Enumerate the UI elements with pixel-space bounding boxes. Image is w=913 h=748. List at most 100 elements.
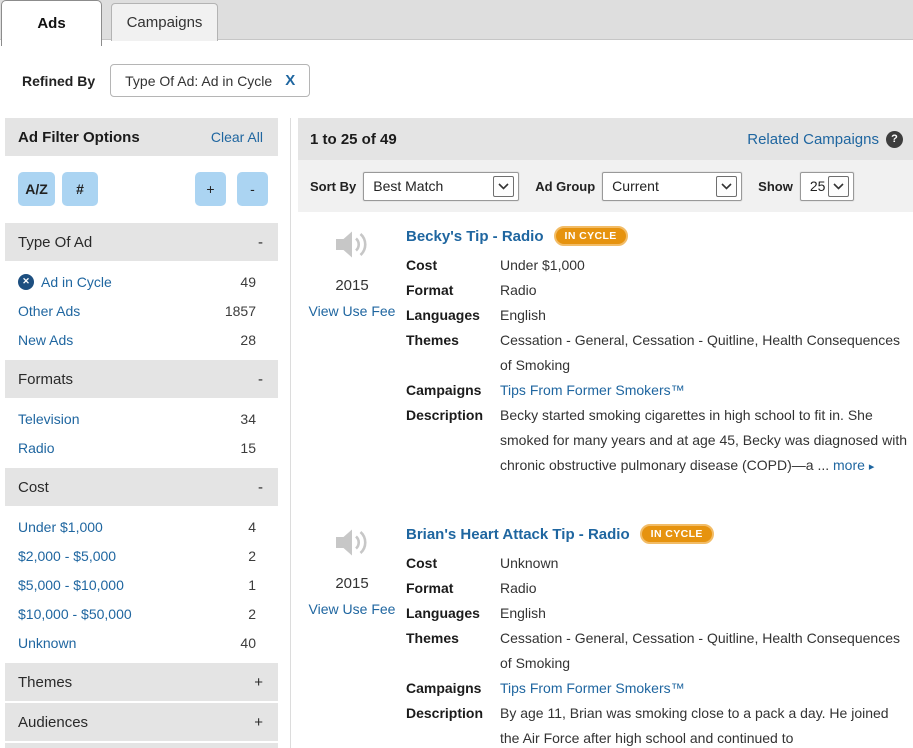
field-row-format: Format Radio [406, 278, 907, 303]
tab-ads-label: Ads [37, 15, 65, 32]
sidebar-toolbar: A/Z # + - [5, 158, 278, 221]
filter-item-label[interactable]: $2,000 - $5,000 [18, 548, 116, 564]
filter-item-label[interactable]: Under $1,000 [18, 519, 103, 535]
result-item-becky: 2015 View Use Fee Becky's Tip - Radio IN… [298, 226, 913, 480]
filter-item-label[interactable]: Television [18, 411, 79, 427]
filter-item-new-ads[interactable]: New Ads 28 [5, 325, 278, 354]
section-header-audiences[interactable]: Audiences + [5, 703, 278, 741]
view-use-fee-link[interactable]: View Use Fee [309, 303, 396, 319]
filter-item-unknown[interactable]: Unknown 40 [5, 628, 278, 657]
filter-item-radio[interactable]: Radio 15 [5, 433, 278, 462]
section-toggle[interactable]: + [254, 714, 263, 731]
related-campaigns-link[interactable]: Related Campaigns [747, 131, 879, 148]
clear-all-link[interactable]: Clear All [211, 129, 263, 145]
filter-item-label[interactable]: Unknown [18, 635, 76, 651]
in-cycle-badge: IN CYCLE [554, 226, 628, 246]
section-title: Type Of Ad [18, 234, 92, 251]
field-label: Cost [406, 253, 500, 278]
expand-all-button[interactable]: + [195, 172, 226, 206]
field-label: Format [406, 278, 500, 303]
field-value: English [500, 601, 907, 626]
filter-item-label[interactable]: Radio [18, 440, 55, 456]
section-title: Audiences [18, 714, 88, 731]
section-items-formats: Television 34 Radio 15 [5, 400, 278, 466]
filter-item-5000-10000[interactable]: $5,000 - $10,000 1 [5, 570, 278, 599]
sort-by-select[interactable]: Best Match [363, 172, 519, 201]
field-label: Campaigns [406, 378, 500, 403]
field-row-themes: Themes Cessation - General, Cessation - … [406, 626, 907, 676]
section-header-type-of-ad[interactable]: Type Of Ad - [5, 223, 278, 261]
filter-item-count: 15 [240, 440, 256, 456]
section-toggle[interactable]: - [258, 234, 263, 251]
results-header: 1 to 25 of 49 Related Campaigns ? [298, 118, 913, 160]
result-details: Becky's Tip - Radio IN CYCLE Cost Under … [406, 226, 913, 480]
filter-item-label[interactable]: Other Ads [18, 303, 80, 319]
result-title-link[interactable]: Becky's Tip - Radio [406, 228, 544, 245]
view-use-fee-link[interactable]: View Use Fee [309, 601, 396, 617]
tab-ads[interactable]: Ads [1, 0, 102, 46]
filter-item-label[interactable]: New Ads [18, 332, 73, 348]
show-select[interactable]: 25 [800, 172, 854, 201]
field-label: Description [406, 701, 500, 748]
filter-item-count: 1 [248, 577, 256, 593]
result-media-column: 2015 View Use Fee [298, 524, 406, 748]
section-title: Cost [18, 479, 49, 496]
result-title-row: Becky's Tip - Radio IN CYCLE [406, 226, 907, 246]
result-title-link[interactable]: Brian's Heart Attack Tip - Radio [406, 526, 630, 543]
filter-item-television[interactable]: Television 34 [5, 404, 278, 433]
tab-campaigns[interactable]: Campaigns [111, 3, 218, 41]
ads-search-page: Ads Campaigns Refined By Type Of Ad: Ad … [0, 0, 913, 748]
remove-refinement-icon[interactable]: X [285, 72, 295, 89]
results-controls: Sort By Best Match Ad Group Current Show… [298, 160, 913, 212]
results-panel: 1 to 25 of 49 Related Campaigns ? Sort B… [298, 118, 913, 748]
campaign-link[interactable]: Tips From Former Smokers™ [500, 680, 685, 696]
refined-by-label: Refined By [22, 73, 95, 89]
section-header-formats[interactable]: Formats - [5, 360, 278, 398]
more-link[interactable]: more ▸ [833, 457, 874, 473]
campaign-link[interactable]: Tips From Former Smokers™ [500, 382, 685, 398]
sort-numeric-button[interactable]: # [62, 172, 98, 206]
field-row-languages: Languages English [406, 601, 907, 626]
remove-filter-icon[interactable]: ✕ [18, 274, 34, 290]
filter-item-label[interactable]: $5,000 - $10,000 [18, 577, 124, 593]
filter-item-label[interactable]: $10,000 - $50,000 [18, 606, 132, 622]
field-row-campaigns: Campaigns Tips From Former Smokers™ [406, 378, 907, 403]
refinement-chip-text: Type Of Ad: Ad in Cycle [125, 73, 272, 89]
result-year: 2015 [335, 277, 368, 294]
filter-item-2000-5000[interactable]: $2,000 - $5,000 2 [5, 541, 278, 570]
help-icon[interactable]: ? [886, 131, 903, 148]
filter-item-count: 28 [240, 332, 256, 348]
field-value: Radio [500, 576, 907, 601]
section-toggle[interactable]: - [258, 479, 263, 496]
section-header-themes[interactable]: Themes + [5, 663, 278, 701]
sort-alpha-button[interactable]: A/Z [18, 172, 55, 206]
field-row-description: Description Becky started smoking cigare… [406, 403, 907, 480]
refined-by-row: Refined By Type Of Ad: Ad in Cycle X [22, 64, 310, 97]
audio-speaker-icon[interactable] [334, 229, 371, 260]
tab-campaigns-label: Campaigns [127, 14, 203, 31]
filter-item-label[interactable]: Ad in Cycle [41, 274, 112, 290]
result-count: 1 to 25 of 49 [310, 131, 397, 148]
filter-item-count: 40 [240, 635, 256, 651]
filter-item-10000-50000[interactable]: $10,000 - $50,000 2 [5, 599, 278, 628]
section-toggle[interactable]: - [258, 371, 263, 388]
section-items-type-of-ad: ✕ Ad in Cycle 49 Other Ads 1857 New Ads … [5, 263, 278, 358]
chevron-down-icon [716, 176, 737, 197]
audio-speaker-icon[interactable] [334, 527, 371, 558]
field-label: Format [406, 576, 500, 601]
field-row-campaigns: Campaigns Tips From Former Smokers™ [406, 676, 907, 701]
filter-item-ad-in-cycle[interactable]: ✕ Ad in Cycle 49 [5, 267, 278, 296]
filter-item-count: 2 [248, 606, 256, 622]
chevron-down-icon [493, 176, 514, 197]
collapse-all-button[interactable]: - [237, 172, 268, 206]
filter-item-under-1000[interactable]: Under $1,000 4 [5, 512, 278, 541]
section-toggle[interactable]: + [254, 674, 263, 691]
field-label: Languages [406, 601, 500, 626]
filter-item-count: 1857 [225, 303, 256, 319]
field-row-format: Format Radio [406, 576, 907, 601]
ad-group-select[interactable]: Current [602, 172, 742, 201]
section-title: Themes [18, 674, 72, 691]
filter-item-other-ads[interactable]: Other Ads 1857 [5, 296, 278, 325]
section-header-cost[interactable]: Cost - [5, 468, 278, 506]
field-value: Cessation - General, Cessation - Quitlin… [500, 626, 907, 676]
